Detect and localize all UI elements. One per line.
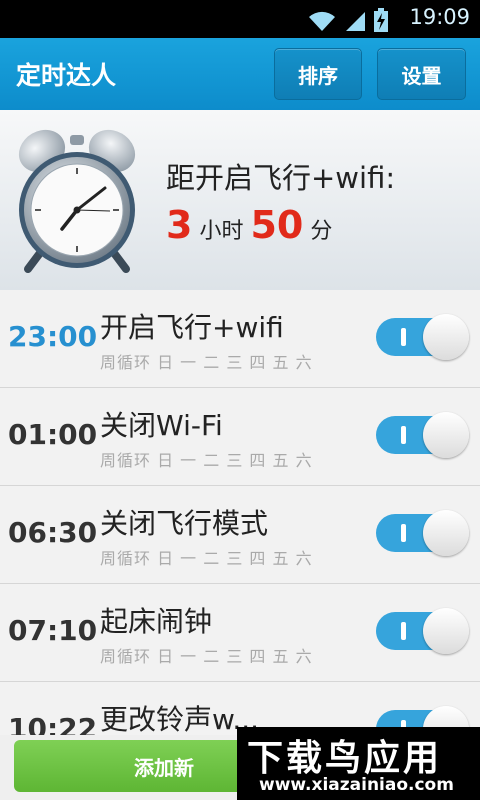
countdown-remaining: 3 小时 50 分 [166,203,332,247]
status-icons [308,8,388,32]
task-time: 06:30 [8,516,98,549]
task-time: 23:00 [8,320,98,353]
countdown-hours: 3 [166,203,193,247]
status-time: 19:09 [409,5,470,29]
toggle-on-mark [401,524,406,542]
task-repeat: 周循环 日 一 二 三 四 五 六 [100,353,313,372]
task-time: 07:10 [8,614,98,647]
watermark: 下载鸟应用 www.xiazainiao.com [237,727,480,800]
settings-button[interactable]: 设置 [377,48,466,100]
task-repeat: 周循环 日 一 二 三 四 五 六 [100,451,313,470]
wifi-icon [309,11,335,31]
task-name: 起床闹钟 [100,605,213,638]
signal-icon [346,12,365,31]
task-row[interactable]: 01:00 关闭Wi-Fi 周循环 日 一 二 三 四 五 六 [0,388,480,486]
task-row[interactable]: 23:00 开启飞行+wifi 周循环 日 一 二 三 四 五 六 [0,290,480,388]
task-name: 关闭飞行模式 [100,507,269,540]
task-name: 开启飞行+wifi [100,311,284,344]
toggle-on-mark [401,426,406,444]
countdown-hours-unit: 小时 [199,219,244,244]
alarm-clock-icon [18,129,136,273]
action-bar: 定时达人 排序 设置 [0,38,480,110]
countdown-panel: 距开启飞行+wifi: 3 小时 50 分 [0,110,480,291]
task-row[interactable]: 06:30 关闭飞行模式 周循环 日 一 二 三 四 五 六 [0,486,480,584]
toggle-on-mark [401,622,406,640]
status-bar: 19:09 [0,0,480,38]
battery-charging-icon [374,8,388,32]
toggle-knob[interactable] [423,510,469,556]
task-toggle[interactable] [376,314,470,360]
sort-button[interactable]: 排序 [274,48,362,100]
toggle-knob[interactable] [423,608,469,654]
task-toggle[interactable] [376,510,470,556]
task-name: 更改铃声w... [100,703,260,736]
task-repeat: 周循环 日 一 二 三 四 五 六 [100,647,313,666]
task-list: 23:00 开启飞行+wifi 周循环 日 一 二 三 四 五 六 01:00 … [0,290,480,780]
countdown-minutes: 50 [250,203,304,247]
toggle-knob[interactable] [423,314,469,360]
countdown-minutes-unit: 分 [310,219,333,244]
watermark-title: 下载鸟应用 [247,738,443,779]
task-toggle[interactable] [376,608,470,654]
toggle-on-mark [401,328,406,346]
task-toggle[interactable] [376,412,470,458]
countdown-label: 距开启飞行+wifi: [166,161,396,195]
app-title: 定时达人 [16,61,117,90]
watermark-url: www.xiazainiao.com [259,775,454,795]
task-name: 关闭Wi-Fi [100,409,223,442]
toggle-knob[interactable] [423,412,469,458]
task-row[interactable]: 07:10 起床闹钟 周循环 日 一 二 三 四 五 六 [0,584,480,682]
task-time: 01:00 [8,418,98,451]
task-repeat: 周循环 日 一 二 三 四 五 六 [100,549,313,568]
